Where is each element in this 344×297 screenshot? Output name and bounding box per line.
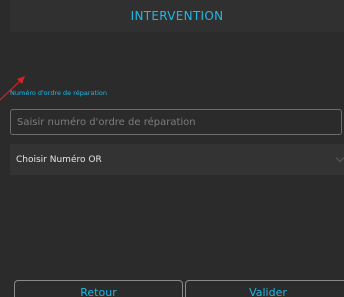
chevron-down-icon — [335, 153, 344, 163]
intervention-screen: INTERVENTION Numéro d'ordre de réparatio… — [0, 0, 344, 297]
repair-order-select[interactable]: Choisir Numéro OR — [10, 144, 344, 175]
back-button[interactable]: Retour — [14, 280, 183, 297]
select-label: Choisir Numéro OR — [16, 154, 102, 165]
repair-order-input[interactable] — [10, 109, 342, 135]
red-arrow-icon — [0, 76, 25, 101]
header-bar: INTERVENTION — [10, 0, 344, 32]
page-title: INTERVENTION — [130, 9, 224, 23]
validate-button[interactable]: Valider — [185, 280, 344, 297]
